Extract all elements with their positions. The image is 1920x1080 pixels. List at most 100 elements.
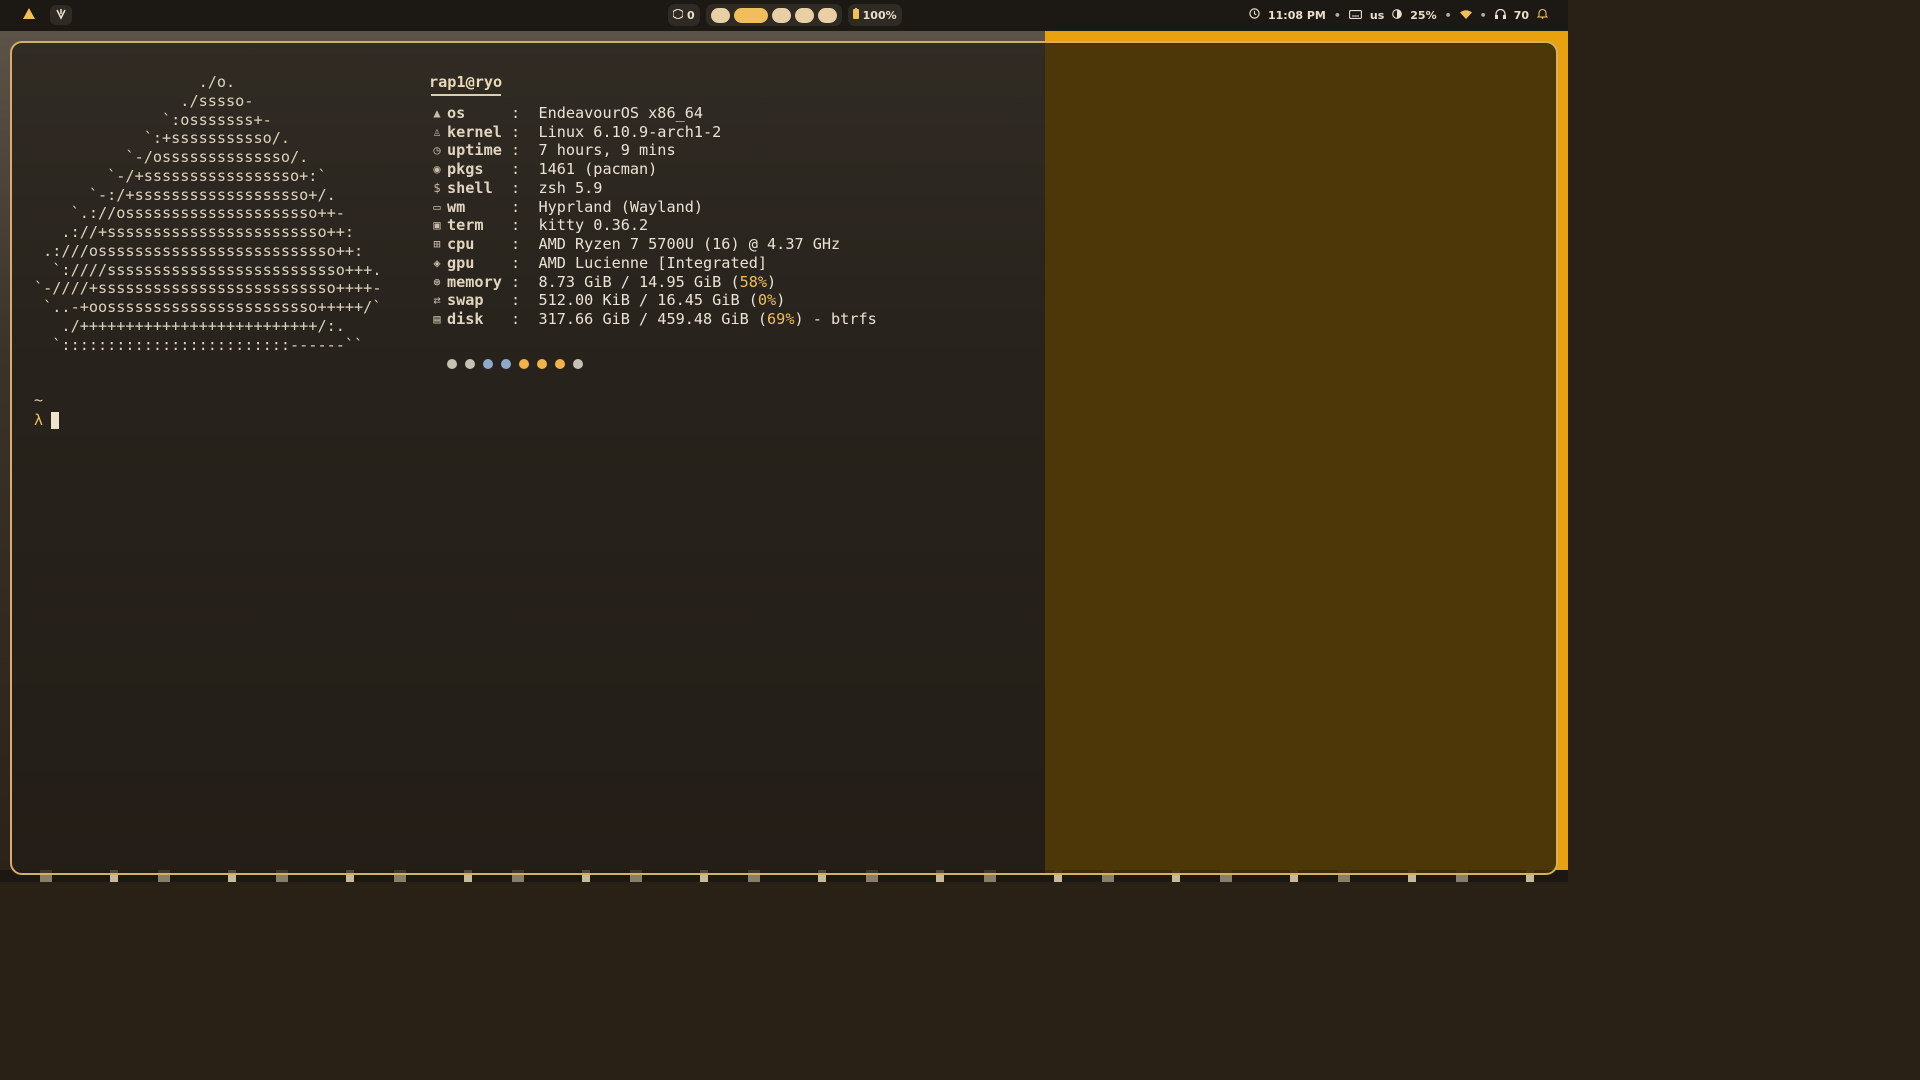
battery-icon xyxy=(852,8,859,22)
workspace-2[interactable] xyxy=(733,7,768,23)
workspace-3[interactable] xyxy=(771,7,791,23)
workspace-1[interactable] xyxy=(710,7,730,23)
workspaces xyxy=(705,4,842,26)
keyboard-layout[interactable]: us xyxy=(1370,9,1384,22)
info-value: 512.00 KiB / 16.45 GiB (0%) xyxy=(538,291,785,310)
info-colon: : xyxy=(511,122,539,141)
info-key: cpu xyxy=(447,235,475,253)
info-value: zsh 5.9 xyxy=(538,178,603,197)
clock-icon xyxy=(1249,8,1260,22)
info-colon: : xyxy=(511,178,539,197)
info-value: AMD Lucienne [Integrated] xyxy=(538,253,768,272)
battery-level: 100% xyxy=(862,8,897,22)
info-colon: : xyxy=(511,310,539,328)
memory-icon: ⊛ xyxy=(433,274,441,289)
ascii-logo-line: `-/ossssssssssssso/. xyxy=(34,148,309,166)
dollar-icon: $ xyxy=(433,180,441,195)
workspace-count: 0 xyxy=(687,8,695,22)
headphones-icon xyxy=(1494,8,1506,22)
workspace-5[interactable] xyxy=(817,7,837,23)
info-row-pkgs: ◉ pkgs: 1461 (pacman) xyxy=(429,160,877,179)
color-palette xyxy=(447,359,583,369)
info-key: uptime xyxy=(447,141,502,160)
info-value: 8.73 GiB / 14.95 GiB (58%) xyxy=(538,273,776,292)
palette-dot xyxy=(555,359,565,369)
clock[interactable]: 11:08 PM xyxy=(1268,9,1326,22)
separator: • xyxy=(1444,8,1452,22)
info-key: shell xyxy=(447,178,493,197)
info-row-uptime: ◷ uptime: 7 hours, 9 mins xyxy=(429,141,877,160)
volume-level[interactable]: 70 xyxy=(1514,9,1529,22)
info-row-cpu: ⊞ cpu: AMD Ryzen 7 5700U (16) @ 4.37 GHz xyxy=(429,235,877,254)
cube-icon xyxy=(672,7,684,22)
info-row-term: ▣ term: kitty 0.36.2 xyxy=(429,216,877,235)
info-colon: : xyxy=(511,141,539,160)
settings-button[interactable] xyxy=(50,5,72,25)
top-bar: 0 100% 11:08 PM • us 25% • • 70 xyxy=(0,0,1568,31)
palette-dot xyxy=(519,359,529,369)
ascii-logo: ./o. ./sssso- `:osssssss+- `:+ssssssssss… xyxy=(34,73,381,354)
wifi-icon[interactable] xyxy=(1459,9,1472,22)
info-value-percent: 69% xyxy=(767,310,795,328)
terminal-window[interactable]: ./o. ./sssso- `:osssssss+- `:+ssssssssss… xyxy=(10,41,1558,875)
info-row-gpu: ◈ gpu: AMD Lucienne [Integrated] xyxy=(429,254,877,273)
info-value-prefix: 8.73 GiB / 14.95 GiB ( xyxy=(538,272,740,291)
cpu-icon: ⊞ xyxy=(433,237,441,251)
top-bar-left xyxy=(18,5,72,25)
info-colon: : xyxy=(511,103,539,122)
launcher-button[interactable] xyxy=(18,5,40,25)
title-underline xyxy=(431,93,501,96)
info-key: swap xyxy=(447,291,484,310)
info-row-disk: ▤ disk: 317.66 GiB / 459.48 GiB (69%) - b… xyxy=(429,310,876,329)
clock-icon: ◷ xyxy=(433,143,441,158)
separator: • xyxy=(1479,8,1487,22)
info-value-percent: 0% xyxy=(757,291,777,310)
info-value-percent: 58% xyxy=(739,272,768,291)
brightness-level[interactable]: 25% xyxy=(1410,9,1436,22)
info-row-os: ▲ os: EndeavourOS x86_64 xyxy=(429,104,877,123)
ascii-logo-line: `:+sssssssssso/. xyxy=(34,129,291,148)
gpu-icon: ◈ xyxy=(433,255,441,270)
info-colon: : xyxy=(511,253,539,272)
ascii-logo-line: `..-+oosssssssssssssssssssssso+++++/` xyxy=(34,298,382,316)
bell-icon[interactable] xyxy=(1536,8,1549,22)
prompt-symbol: λ xyxy=(34,411,44,429)
top-bar-right: 11:08 PM • us 25% • • 70 xyxy=(1249,8,1549,22)
separator: • xyxy=(1333,8,1341,22)
ascii-logo-line: .://+ssssssssssssssssssssssso++: xyxy=(34,223,355,241)
info-key: pkgs xyxy=(447,160,484,178)
workspace-counter[interactable]: 0 xyxy=(668,4,700,26)
ascii-logo-line: ./o. xyxy=(34,73,236,91)
info-colon: : xyxy=(511,160,539,178)
info-value-suffix: ) xyxy=(767,272,777,291)
battery-indicator[interactable]: 100% xyxy=(847,4,902,26)
info-value: kitty 0.36.2 xyxy=(538,216,649,235)
command-prompt[interactable]: λ xyxy=(34,411,60,429)
info-rows: ▲ os: EndeavourOS x86_64 ♙ kernel: Linux 6.… xyxy=(429,104,877,329)
info-key: memory xyxy=(447,272,502,291)
window-icon: ▭ xyxy=(433,199,441,214)
workspace-4[interactable] xyxy=(794,7,814,23)
ascii-logo-line: `-/+sssssssssssssssso+:` xyxy=(34,166,327,185)
ascii-logo-line: `.://osssssssssssssssssssso++- xyxy=(34,204,345,223)
palette-dot xyxy=(465,359,475,369)
system-info: rap1@ryo ▲ os: EndeavourOS x86_64 ♙ kernel:… xyxy=(429,73,877,329)
info-value-prefix: 317.66 GiB / 459.48 GiB ( xyxy=(538,310,768,328)
palette-dot xyxy=(447,359,457,369)
brightness-icon xyxy=(1392,8,1403,22)
info-colon: : xyxy=(511,197,539,216)
info-row-kernel: ♙ kernel: Linux 6.10.9-arch1-2 xyxy=(429,123,877,142)
ascii-logo-line: `:osssssss+- xyxy=(34,110,272,129)
info-value: AMD Ryzen 7 5700U (16) @ 4.37 GHz xyxy=(538,235,841,253)
ascii-logo-line: .:///ossssssssssssssssssssssssso++: xyxy=(34,241,364,260)
info-key: wm xyxy=(447,197,466,216)
user-host: rap1@ryo xyxy=(429,73,503,91)
info-colon: : xyxy=(511,272,539,291)
palette-dot xyxy=(501,359,511,369)
info-key: disk xyxy=(447,310,484,328)
info-key: gpu xyxy=(447,253,475,272)
palette-dot xyxy=(537,359,547,369)
swap-icon: ⇄ xyxy=(433,293,441,308)
palette-dot xyxy=(573,359,583,369)
info-key: os xyxy=(447,103,466,122)
